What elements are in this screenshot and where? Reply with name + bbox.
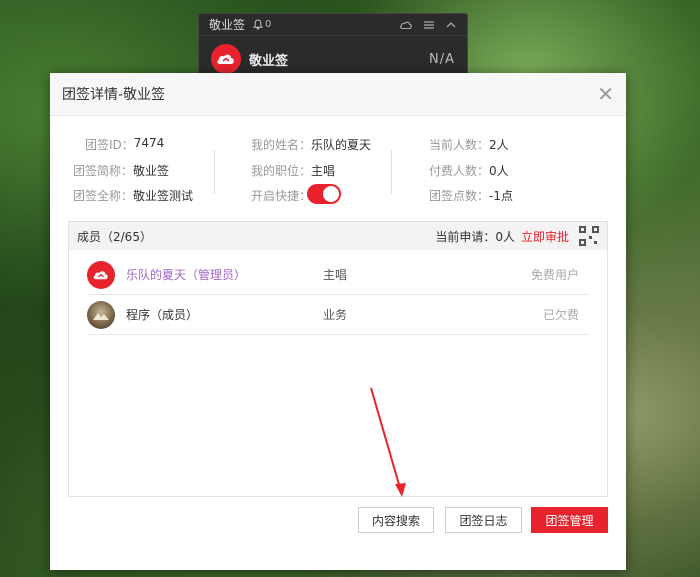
team-full-value: 敬业签测试 bbox=[133, 189, 194, 203]
shortcut-toggle[interactable] bbox=[307, 184, 341, 204]
team-short-value: 敬业签 bbox=[133, 164, 170, 178]
cloud-logo-icon bbox=[217, 54, 234, 64]
mini-note-title: 敬业签 bbox=[209, 18, 246, 32]
notification-bell[interactable]: 0 bbox=[253, 19, 271, 30]
dialog-header: 团签详情-敬业签 ✕ bbox=[50, 73, 626, 116]
member-status: 已欠费 bbox=[542, 308, 579, 322]
my-position-value: 主唱 bbox=[311, 164, 336, 178]
team-id-row: 团签ID： 7474 bbox=[85, 136, 164, 153]
my-name-value: 乐队的夏天 bbox=[311, 138, 372, 152]
approve-now-link[interactable]: 立即审批 bbox=[521, 228, 569, 245]
my-name-label: 我的姓名： bbox=[251, 138, 312, 152]
member-name: 乐队的夏天（管理员） bbox=[126, 268, 247, 282]
team-id-value: 7474 bbox=[133, 136, 165, 150]
my-position-label: 我的职位： bbox=[251, 164, 312, 178]
team-manage-button[interactable]: 团签管理 bbox=[531, 507, 608, 533]
team-id-label: 团签ID： bbox=[85, 138, 134, 152]
qr-code-icon[interactable] bbox=[579, 226, 599, 246]
my-name-row: 我的姓名： 乐队的夏天 bbox=[251, 136, 371, 153]
content-search-button[interactable]: 内容搜索 bbox=[358, 507, 434, 533]
bell-icon bbox=[253, 19, 264, 30]
apply-info: 当前申请： 0人 立即审批 bbox=[435, 226, 599, 246]
members-title: 成员（2/65） bbox=[77, 229, 152, 244]
member-row[interactable]: 程序（成员） 业务 已欠费 bbox=[87, 295, 589, 335]
paid-count-label: 付费人数： bbox=[429, 164, 490, 178]
cloud-logo-icon bbox=[93, 270, 108, 279]
apply-count: 0人 bbox=[495, 229, 515, 244]
members-header: 成员（2/65） 当前申请： 0人 立即审批 bbox=[69, 222, 607, 250]
current-count-row: 当前人数： 2人 bbox=[429, 136, 509, 153]
member-row[interactable]: 乐队的夏天（管理员） 主唱 免费用户 bbox=[87, 255, 589, 295]
dialog-title: 团签详情-敬业签 bbox=[62, 87, 166, 103]
mini-note-header: 敬业签 0 bbox=[199, 14, 467, 36]
paid-count-value: 0人 bbox=[489, 164, 509, 178]
current-count-label: 当前人数： bbox=[429, 138, 490, 152]
shortcut-label: 开启快捷： bbox=[251, 189, 312, 203]
team-full-label: 团签全称： bbox=[73, 189, 134, 203]
members-panel: 成员（2/65） 当前申请： 0人 立即审批 乐队的夏天（管理员） 主唱 免费用… bbox=[68, 221, 608, 497]
close-icon[interactable]: ✕ bbox=[597, 84, 614, 104]
team-short-label: 团签简称： bbox=[73, 164, 134, 178]
points-value: -1点 bbox=[489, 189, 513, 203]
member-role: 业务 bbox=[323, 308, 348, 322]
info-divider-2 bbox=[391, 150, 392, 194]
avatar bbox=[87, 300, 115, 329]
mini-note-name: 敬业签 bbox=[249, 53, 289, 69]
shortcut-row: 开启快捷： bbox=[251, 187, 311, 204]
points-label: 团签点数： bbox=[429, 189, 490, 203]
collapse-icon[interactable] bbox=[445, 19, 457, 31]
avatar bbox=[87, 260, 115, 289]
user-photo-icon bbox=[93, 312, 109, 320]
apply-label: 当前申请： bbox=[435, 229, 496, 244]
team-log-button[interactable]: 团签日志 bbox=[445, 507, 522, 533]
info-divider-1 bbox=[214, 150, 215, 194]
menu-icon[interactable] bbox=[423, 19, 435, 31]
notification-count: 0 bbox=[265, 19, 272, 30]
paid-count-row: 付费人数： 0人 bbox=[429, 162, 509, 179]
member-role: 主唱 bbox=[323, 268, 348, 282]
mini-note-status: N/A bbox=[429, 51, 455, 67]
app-logo bbox=[211, 44, 241, 74]
team-short-row: 团签简称： 敬业签 bbox=[73, 162, 169, 179]
team-full-row: 团签全称： 敬业签测试 bbox=[73, 187, 193, 204]
current-count-value: 2人 bbox=[489, 138, 509, 152]
cloud-icon[interactable] bbox=[399, 19, 413, 31]
points-row: 团签点数： -1点 bbox=[429, 187, 513, 204]
member-name: 程序（成员） bbox=[126, 308, 199, 322]
team-detail-dialog: 团签详情-敬业签 ✕ 团签ID： 7474 团签简称： 敬业签 团签全称： 敬业… bbox=[50, 73, 626, 570]
member-status: 免费用户 bbox=[530, 268, 579, 282]
my-position-row: 我的职位： 主唱 bbox=[251, 162, 335, 179]
